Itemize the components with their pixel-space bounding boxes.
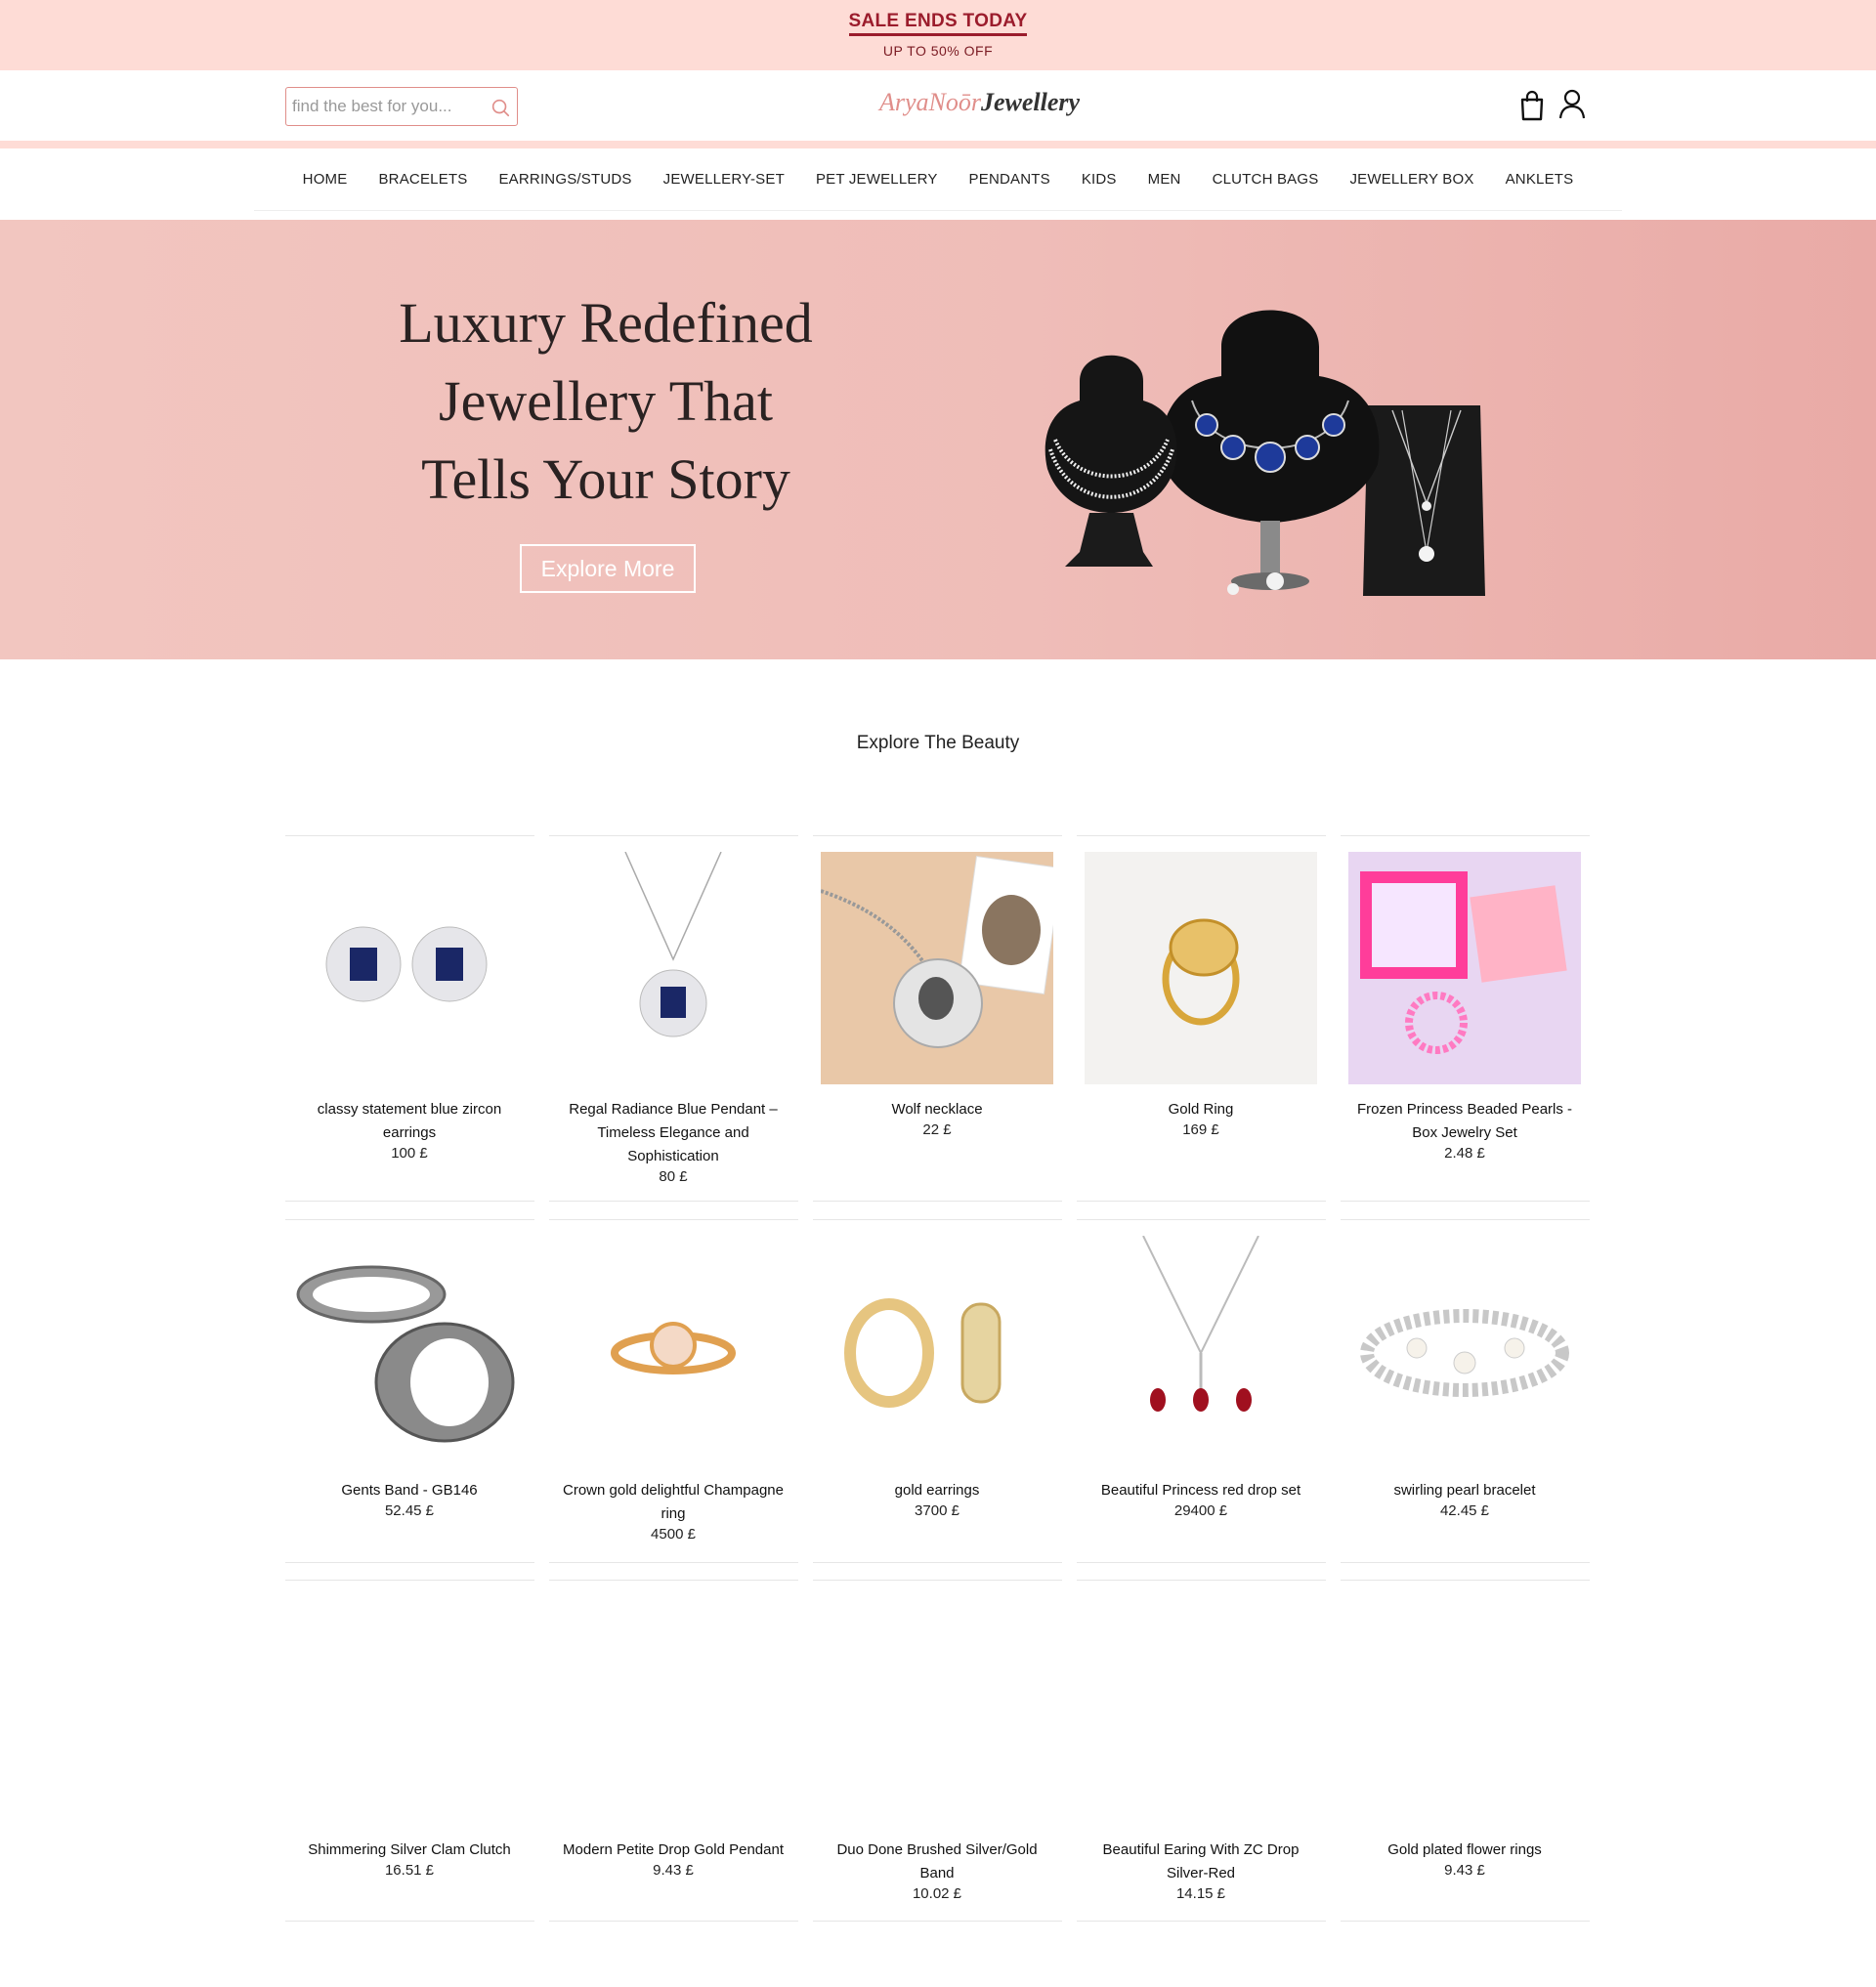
nav-item-jewellery-set[interactable]: JEWELLERY-SET <box>648 171 800 188</box>
product-name[interactable]: Wolf necklace <box>821 1098 1053 1121</box>
product-name[interactable]: Frozen Princess Beaded Pearls - Box Jewe… <box>1348 1098 1581 1145</box>
section-title: Explore The Beauty <box>856 733 1020 753</box>
explore-more-button[interactable]: Explore More <box>520 544 696 593</box>
product-image[interactable] <box>821 1236 1053 1468</box>
nav-item-clutch-bags[interactable]: CLUTCH BAGS <box>1197 171 1335 188</box>
product-price: 22 £ <box>922 1121 952 1138</box>
product-name[interactable]: Duo Done Brushed Silver/Gold Band <box>821 1839 1053 1885</box>
product-price: 52.45 £ <box>384 1502 435 1519</box>
product-name[interactable]: gold earrings <box>821 1479 1053 1502</box>
main-nav: HOME BRACELETS EARRINGS/STUDS JEWELLERY-… <box>254 148 1622 211</box>
product-name[interactable]: Crown gold delightful Champagne ring <box>557 1479 789 1526</box>
product-image[interactable] <box>1348 1236 1581 1468</box>
product-card[interactable]: Crown gold delightful Champagne ring 4500… <box>549 1219 798 1563</box>
hero-headline-line-3: Tells Your Story <box>421 447 790 511</box>
user-account-icon[interactable] <box>1557 88 1587 119</box>
nav-item-kids[interactable]: KIDS <box>1066 171 1132 188</box>
product-price: 9.43 £ <box>1444 1862 1485 1879</box>
product-card[interactable]: classy statement blue zircon earrings 100… <box>285 835 534 1202</box>
product-card[interactable]: swirling pearl bracelet 42.45 £ <box>1341 1219 1590 1563</box>
header-divider <box>0 141 1876 148</box>
product-card[interactable]: Beautiful Earing With ZC Drop Silver-Red… <box>1077 1580 1326 1922</box>
product-name[interactable]: classy statement blue zircon earrings <box>293 1098 526 1145</box>
nav-item-jewellery-box[interactable]: JEWELLERY BOX <box>1334 171 1489 188</box>
product-card[interactable]: Wolf necklace 22 £ <box>813 835 1062 1202</box>
site-header: AryaNoōrJewellery <box>0 70 1876 141</box>
product-image[interactable] <box>1085 1596 1317 1829</box>
product-name[interactable]: Beautiful Princess red drop set <box>1085 1479 1317 1502</box>
hero-headline-line-1: Luxury Redefined <box>399 291 813 355</box>
product-image[interactable] <box>821 852 1053 1084</box>
product-card[interactable]: Gold Ring 169 £ <box>1077 835 1326 1202</box>
product-card[interactable]: Frozen Princess Beaded Pearls - Box Jewe… <box>1341 835 1590 1202</box>
search-input[interactable] <box>292 94 478 119</box>
product-price: 29400 £ <box>1173 1502 1228 1519</box>
shopping-bag-icon[interactable] <box>1518 90 1546 121</box>
product-card[interactable]: Shimmering Silver Clam Clutch 16.51 £ <box>285 1580 534 1922</box>
product-name[interactable]: Regal Radiance Blue Pendant – Timeless E… <box>557 1098 789 1168</box>
promo-banner: SALE ENDS TODAY UP TO 50% OFF <box>0 0 1876 70</box>
product-card[interactable]: Beautiful Princess red drop set 29400 £ <box>1077 1219 1326 1563</box>
product-name[interactable]: Gold plated flower rings <box>1348 1839 1581 1862</box>
product-image[interactable] <box>1348 852 1581 1084</box>
product-name[interactable]: swirling pearl bracelet <box>1348 1479 1581 1502</box>
product-image[interactable] <box>1085 1236 1317 1468</box>
product-card[interactable]: Duo Done Brushed Silver/Gold Band 10.02 £ <box>813 1580 1062 1922</box>
product-image[interactable] <box>293 1596 526 1829</box>
nav-item-pendants[interactable]: PENDANTS <box>954 171 1066 188</box>
nav-item-earrings-studs[interactable]: EARRINGS/STUDS <box>483 171 647 188</box>
product-card[interactable]: Regal Radiance Blue Pendant – Timeless E… <box>549 835 798 1202</box>
product-name[interactable]: Beautiful Earing With ZC Drop Silver-Red <box>1085 1839 1317 1885</box>
product-image[interactable] <box>293 852 526 1084</box>
product-price: 2.48 £ <box>1444 1145 1485 1162</box>
nav-item-anklets[interactable]: ANKLETS <box>1490 171 1590 188</box>
hero-jewellery-busts-image <box>1045 310 1485 596</box>
promo-title[interactable]: SALE ENDS TODAY <box>0 11 1876 36</box>
product-name[interactable]: Shimmering Silver Clam Clutch <box>293 1839 526 1862</box>
product-price: 42.45 £ <box>1439 1502 1490 1519</box>
product-card[interactable]: Gold plated flower rings 9.43 £ <box>1341 1580 1590 1922</box>
site-logo[interactable]: AryaNoōrJewellery <box>879 88 1192 117</box>
product-price: 14.15 £ <box>1175 1885 1226 1902</box>
search-box[interactable] <box>285 87 518 126</box>
product-card[interactable]: gold earrings 3700 £ <box>813 1219 1062 1563</box>
nav-item-home[interactable]: HOME <box>287 171 363 188</box>
logo-suffix: Jewellery <box>981 88 1081 116</box>
product-price: 100 £ <box>391 1145 428 1162</box>
hero-headline-line-2: Jewellery That <box>439 369 773 433</box>
product-card[interactable]: Gents Band - GB146 52.45 £ <box>285 1219 534 1563</box>
nav-item-bracelets[interactable]: BRACELETS <box>362 171 483 188</box>
product-price: 80 £ <box>659 1168 688 1185</box>
product-price: 3700 £ <box>915 1502 959 1519</box>
product-image[interactable] <box>821 1596 1053 1829</box>
product-image[interactable] <box>1085 852 1317 1084</box>
hero-banner: Luxury Redefined Jewellery That Tells Yo… <box>0 220 1876 659</box>
product-image[interactable] <box>557 852 789 1084</box>
nav-item-men[interactable]: MEN <box>1132 171 1197 188</box>
product-image[interactable] <box>557 1596 789 1829</box>
product-image[interactable] <box>1348 1596 1581 1829</box>
product-image[interactable] <box>557 1236 789 1468</box>
nav-item-pet-jewellery[interactable]: PET JEWELLERY <box>800 171 954 188</box>
logo-brand: AryaNoōr <box>879 88 981 116</box>
product-name[interactable]: Modern Petite Drop Gold Pendant <box>557 1839 789 1862</box>
search-icon[interactable] <box>490 97 511 118</box>
product-image[interactable] <box>293 1236 526 1468</box>
product-price: 9.43 £ <box>653 1862 694 1879</box>
product-name[interactable]: Gold Ring <box>1085 1098 1317 1121</box>
product-price: 169 £ <box>1182 1121 1219 1138</box>
product-price: 4500 £ <box>651 1526 696 1543</box>
product-price: 16.51 £ <box>384 1862 435 1879</box>
promo-subtitle: UP TO 50% OFF <box>882 43 994 59</box>
product-name[interactable]: Gents Band - GB146 <box>293 1479 526 1502</box>
product-price: 10.02 £ <box>912 1885 962 1902</box>
product-card[interactable]: Modern Petite Drop Gold Pendant 9.43 £ <box>549 1580 798 1922</box>
